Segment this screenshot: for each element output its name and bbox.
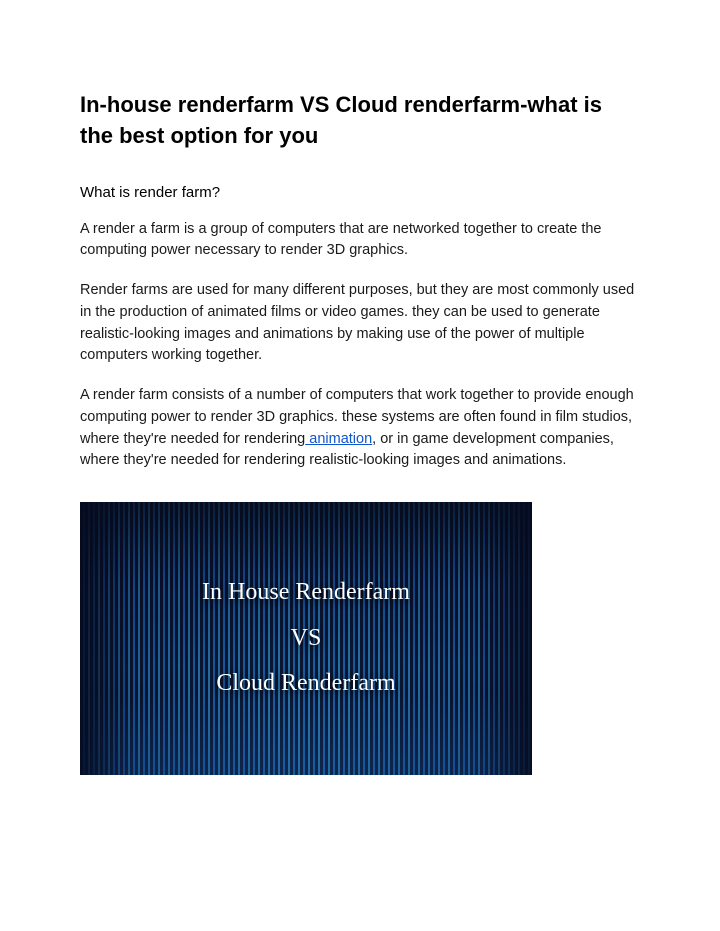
paragraph-uses: Render farms are used for many different… bbox=[80, 280, 640, 367]
hero-line-3: Cloud Renderfarm bbox=[202, 661, 410, 707]
hero-line-2: VS bbox=[202, 616, 410, 662]
paragraph-intro: A render a farm is a group of computers … bbox=[80, 219, 640, 263]
hero-overlay-text: In House Renderfarm VS Cloud Renderfarm bbox=[202, 570, 410, 707]
paragraph-details: A render farm consists of a number of co… bbox=[80, 385, 640, 472]
section-subheading: What is render farm? bbox=[80, 184, 640, 201]
hero-line-1: In House Renderfarm bbox=[202, 570, 410, 616]
hero-datacenter-image: In House Renderfarm VS Cloud Renderfarm bbox=[80, 502, 532, 775]
animation-link[interactable]: animation bbox=[305, 431, 372, 447]
page-title: In-house renderfarm VS Cloud renderfarm-… bbox=[80, 90, 640, 152]
